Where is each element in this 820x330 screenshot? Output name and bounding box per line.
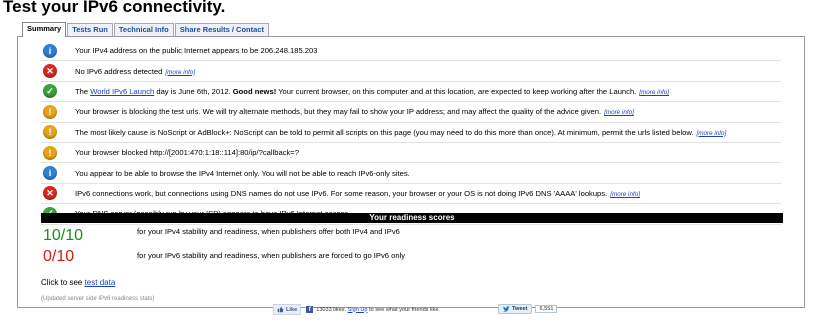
- result-message: No IPv6 address detected [more info]: [75, 67, 195, 76]
- result-text: You appear to be able to browse the IPv4…: [75, 168, 410, 178]
- facebook-like-count: 13033 likes.: [316, 306, 347, 313]
- info-icon: i: [43, 43, 57, 58]
- result-text: Your IPv4 address on the public Internet…: [75, 46, 318, 56]
- warning-icon: !: [43, 145, 57, 160]
- result-message: The World IPv6 Launch day is June 6th, 2…: [75, 87, 669, 96]
- result-row: ! Your browser blocked http://[2001:470:…: [41, 143, 781, 164]
- facebook-like-label: Like: [286, 306, 298, 313]
- ipv4-score-description: for your IPv4 stability and readiness, w…: [137, 227, 400, 236]
- ipv4-score: 10/10: [43, 227, 84, 244]
- result-row: ! The most likely cause is NoScript or A…: [41, 123, 781, 143]
- tweet-button[interactable]: Tweet: [498, 304, 533, 314]
- result-message: Your browser is blocking the test urls. …: [75, 107, 634, 116]
- info-icon: i: [43, 166, 57, 181]
- result-message: IPv6 connections work, but connections u…: [75, 189, 640, 198]
- facebook-like-button[interactable]: Like: [273, 304, 302, 315]
- good-news-text: Good news!: [232, 86, 277, 96]
- error-icon: ✕: [43, 64, 57, 79]
- world-ipv6-launch-link[interactable]: World IPv6 Launch: [90, 87, 154, 96]
- twitter-widget: Tweet 6,551: [498, 304, 558, 314]
- result-text: Your browser is blocking the test urls. …: [75, 107, 602, 117]
- result-text: No IPv6 address detected: [75, 66, 163, 76]
- facebook-like-text: to see what your friends like.: [369, 306, 440, 313]
- warning-icon: !: [43, 125, 57, 140]
- more-info-link[interactable]: [more info]: [604, 109, 634, 116]
- tab-share-results-contact[interactable]: Share Results / Contact: [174, 23, 269, 36]
- ipv6-score-description: for your IPv6 stability and readiness, w…: [137, 251, 406, 260]
- click-to-see-text: Click to see: [41, 278, 85, 287]
- test-data-line: Click to see test data: [41, 278, 115, 287]
- summary-panel: i Your IPv4 address on the public Intern…: [17, 36, 805, 308]
- thumbs-up-icon: [277, 306, 284, 313]
- tweet-count: 6,551: [535, 305, 558, 313]
- ipv4-score-row: 10/10 for your IPv4 stability and readin…: [41, 227, 783, 249]
- twitter-bird-icon: [503, 306, 510, 312]
- ipv6-score-row: 0/10 for your IPv6 stability and readine…: [41, 248, 783, 270]
- more-info-link[interactable]: [more info]: [697, 130, 727, 137]
- result-text: IPv6 connections work, but connections u…: [75, 188, 608, 198]
- result-row: ! Your browser is blocking the test urls…: [41, 102, 781, 123]
- result-row: ✓ The World IPv6 Launch day is June 6th,…: [41, 82, 781, 103]
- result-text: Your browser blocked http://[2001:470:1:…: [75, 148, 299, 158]
- result-text-pre: The: [75, 86, 91, 96]
- more-info-link[interactable]: [more info]: [165, 69, 195, 76]
- page-title: Test your IPv6 connectivity.: [3, 0, 226, 16]
- facebook-logo-icon: f: [306, 306, 314, 313]
- result-row: ✕ IPv6 connections work, but connections…: [41, 184, 781, 205]
- tab-summary[interactable]: Summary: [22, 22, 67, 37]
- ipv6-score: 0/10: [43, 248, 75, 265]
- result-row: i You appear to be able to browse the IP…: [41, 163, 781, 184]
- facebook-signup-link[interactable]: Sign Up: [348, 307, 368, 313]
- error-icon: ✕: [43, 186, 57, 201]
- test-data-link[interactable]: test data: [85, 278, 116, 287]
- result-message: The most likely cause is NoScript or AdB…: [75, 128, 726, 137]
- results-list: i Your IPv4 address on the public Intern…: [41, 41, 781, 225]
- result-text-post: Your current browser, on this computer a…: [276, 86, 637, 96]
- warning-icon: !: [43, 104, 57, 119]
- ok-icon: ✓: [43, 84, 57, 99]
- result-text-mid: day is June 6th, 2012.: [154, 86, 233, 96]
- readiness-scores-header: Your readiness scores: [41, 213, 783, 223]
- tab-bar: Summary Tests Run Technical Info Share R…: [22, 22, 270, 37]
- result-row: i Your IPv4 address on the public Intern…: [41, 41, 781, 62]
- more-info-link[interactable]: [more info]: [610, 191, 640, 198]
- tweet-label: Tweet: [512, 306, 528, 312]
- tab-tests-run[interactable]: Tests Run: [67, 23, 113, 36]
- facebook-like-widget: Like f 13033 likes. Sign Up to see what …: [273, 304, 440, 315]
- tab-technical-info[interactable]: Technical Info: [113, 23, 174, 36]
- result-row: ✕ No IPv6 address detected [more info]: [41, 61, 781, 82]
- result-text: The most likely cause is NoScript or AdB…: [75, 127, 694, 137]
- more-info-link[interactable]: [more info]: [639, 89, 669, 96]
- readiness-stats-footnote: (Updated server side IPv6 readiness stat…: [41, 296, 155, 302]
